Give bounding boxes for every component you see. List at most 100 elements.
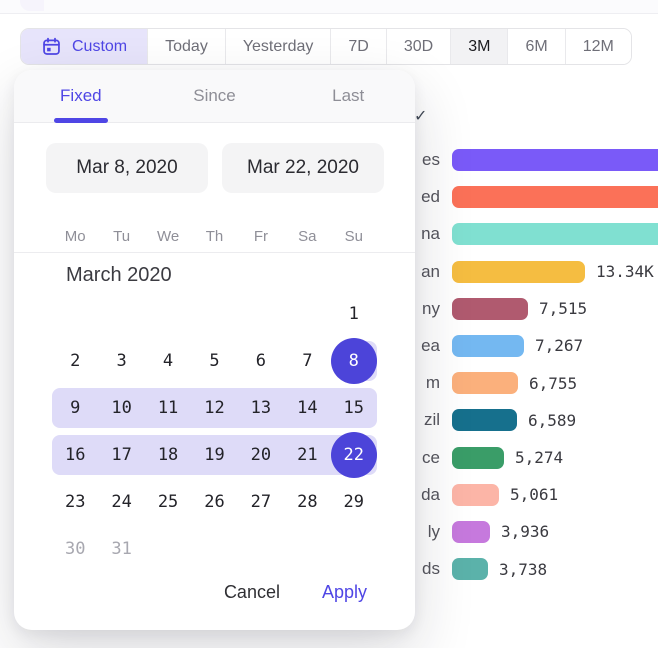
bar-value: 13.34K <box>596 262 654 281</box>
custom-range-label: Custom <box>72 38 127 56</box>
chart-row: na <box>395 223 658 245</box>
day-cell[interactable]: 13 <box>238 388 284 428</box>
day-cell <box>145 294 191 334</box>
chart-row: an 13.34K <box>395 261 658 283</box>
day-cell[interactable]: 23 <box>52 482 98 522</box>
day-cell[interactable]: 2 <box>52 341 98 381</box>
calendar-grid: 1 2 3 4 5 6 7 8 9 10 11 12 13 14 15 16 1… <box>52 294 377 576</box>
check-icon: ✓ <box>414 106 427 126</box>
bar <box>452 223 658 245</box>
preset-30d[interactable]: 30D <box>387 29 451 64</box>
bar <box>452 298 528 320</box>
bar <box>452 372 518 394</box>
chart-row: ed <box>395 186 658 208</box>
month-title: March 2020 <box>66 264 172 287</box>
day-cell[interactable]: 11 <box>145 388 191 428</box>
chart-row: zil 6,589 <box>395 409 658 431</box>
calendar-icon <box>41 36 62 57</box>
preset-7d[interactable]: 7D <box>331 29 386 64</box>
day-cell <box>98 294 144 334</box>
chart-row: da 5,061 <box>395 484 658 506</box>
chart-row: ds 3,738 <box>395 558 658 580</box>
day-cell[interactable]: 5 <box>191 341 237 381</box>
day-cell[interactable]: 26 <box>191 482 237 522</box>
day-cell[interactable]: 28 <box>284 482 330 522</box>
preset-3m[interactable]: 3M <box>451 29 508 64</box>
day-cell[interactable]: 18 <box>145 435 191 475</box>
day-cell[interactable]: 1 <box>331 294 377 334</box>
day-cell <box>331 529 377 569</box>
bar-value: 3,738 <box>499 560 547 579</box>
date-inputs-row: Mar 8, 2020 Mar 22, 2020 <box>46 143 384 193</box>
bar-value: 6,589 <box>528 411 576 430</box>
preset-12m[interactable]: 12M <box>566 29 631 64</box>
day-cell[interactable]: 24 <box>98 482 144 522</box>
bar <box>452 335 524 357</box>
popup-footer: Cancel Apply <box>224 582 367 603</box>
day-cell <box>284 529 330 569</box>
selected-day-start: 8 <box>331 338 377 384</box>
week-row-in-range: 16 17 18 19 20 21 22 <box>52 435 377 475</box>
preset-yesterday[interactable]: Yesterday <box>226 29 332 64</box>
day-cell[interactable]: 16 <box>52 435 98 475</box>
weekday-label: We <box>145 228 191 245</box>
chart-row: m 6,755 <box>395 372 658 394</box>
apply-button[interactable]: Apply <box>322 582 367 603</box>
day-cell <box>191 294 237 334</box>
day-cell <box>191 529 237 569</box>
day-cell <box>238 294 284 334</box>
day-cell <box>284 294 330 334</box>
day-cell[interactable]: 19 <box>191 435 237 475</box>
day-cell[interactable]: 12 <box>191 388 237 428</box>
end-date-input[interactable]: Mar 22, 2020 <box>222 143 384 193</box>
day-cell[interactable]: 6 <box>238 341 284 381</box>
weekday-label: Th <box>191 228 237 245</box>
day-cell[interactable]: 29 <box>331 482 377 522</box>
day-cell[interactable]: 9 <box>52 388 98 428</box>
date-picker-popup: Fixed Since Last Mar 8, 2020 Mar 22, 202… <box>14 70 415 630</box>
day-cell-range-start[interactable]: 8 <box>331 341 377 381</box>
day-cell[interactable]: 7 <box>284 341 330 381</box>
preset-6m[interactable]: 6M <box>508 29 565 64</box>
cancel-button[interactable]: Cancel <box>224 582 280 603</box>
day-cell[interactable]: 17 <box>98 435 144 475</box>
day-cell[interactable]: 15 <box>331 388 377 428</box>
bar <box>452 149 658 171</box>
bar-value: 5,061 <box>510 485 558 504</box>
bar <box>452 186 658 208</box>
weekday-label: Sa <box>284 228 330 245</box>
day-cell[interactable]: 21 <box>284 435 330 475</box>
week-row: 23 24 25 26 27 28 29 <box>52 482 377 522</box>
top-corner-decoration <box>20 0 44 11</box>
bar <box>452 558 488 580</box>
day-cell[interactable]: 20 <box>238 435 284 475</box>
tab-last[interactable]: Last <box>281 70 415 122</box>
top-strip <box>0 0 658 14</box>
selected-day-end: 22 <box>331 432 377 478</box>
active-tab-underline <box>54 118 108 123</box>
day-cell-range-end[interactable]: 22 <box>331 435 377 475</box>
bar-value: 3,936 <box>501 522 549 541</box>
custom-range-button[interactable]: Custom <box>21 29 148 64</box>
preset-today[interactable]: Today <box>148 29 226 64</box>
day-cell <box>145 529 191 569</box>
bar-value: 6,755 <box>529 374 577 393</box>
day-cell[interactable]: 4 <box>145 341 191 381</box>
day-cell[interactable]: 3 <box>98 341 144 381</box>
week-row-in-range: 9 10 11 12 13 14 15 <box>52 388 377 428</box>
bar <box>452 484 499 506</box>
country-bar-chart: es ed na an 13.34K ny 7,515 ea 7,267 m 6… <box>395 149 658 595</box>
day-cell[interactable]: 27 <box>238 482 284 522</box>
day-cell[interactable]: 25 <box>145 482 191 522</box>
day-cell-disabled: 31 <box>98 529 144 569</box>
week-row: 30 31 <box>52 529 377 569</box>
day-cell[interactable]: 10 <box>98 388 144 428</box>
tab-since[interactable]: Since <box>148 70 282 122</box>
day-cell[interactable]: 14 <box>284 388 330 428</box>
bar-value: 7,515 <box>539 299 587 318</box>
chart-row: ce 5,274 <box>395 447 658 469</box>
start-date-input[interactable]: Mar 8, 2020 <box>46 143 208 193</box>
chart-row: ea 7,267 <box>395 335 658 357</box>
tab-fixed[interactable]: Fixed <box>14 70 148 122</box>
week-row: 2 3 4 5 6 7 8 <box>52 341 377 381</box>
